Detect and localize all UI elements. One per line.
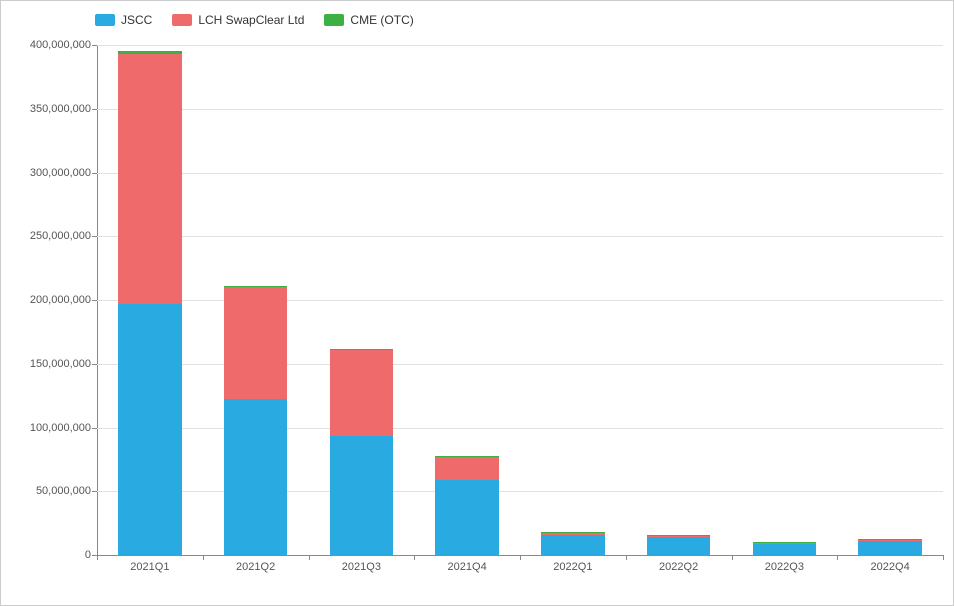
x-tick-label: 2022Q1 bbox=[553, 561, 592, 573]
bar-segment[interactable] bbox=[224, 287, 287, 399]
x-tick-label: 2022Q3 bbox=[765, 561, 804, 573]
legend-label: LCH SwapClear Ltd bbox=[198, 13, 304, 27]
bar-segment[interactable] bbox=[541, 533, 604, 534]
y-tick-label: 100,000,000 bbox=[7, 422, 91, 434]
bar-segment[interactable] bbox=[753, 542, 816, 543]
legend-item[interactable]: CME (OTC) bbox=[324, 13, 413, 27]
bar-segment[interactable] bbox=[647, 535, 710, 536]
y-tick-label: 300,000,000 bbox=[7, 167, 91, 179]
chart-container: JSCC LCH SwapClear Ltd CME (OTC) 0 50,000,0… bbox=[0, 0, 954, 606]
legend-swatch bbox=[324, 14, 344, 26]
bar-segment[interactable] bbox=[435, 456, 498, 457]
x-tick-label: 2021Q2 bbox=[236, 561, 275, 573]
x-tick-label: 2021Q3 bbox=[342, 561, 381, 573]
y-tick-label: 0 bbox=[7, 549, 91, 561]
legend-label: JSCC bbox=[121, 13, 152, 27]
legend-item[interactable]: LCH SwapClear Ltd bbox=[172, 13, 304, 27]
bar-segment[interactable] bbox=[753, 544, 816, 555]
bar-segment[interactable] bbox=[858, 539, 921, 540]
x-tick-mark bbox=[732, 555, 733, 560]
x-tick-label: 2021Q1 bbox=[130, 561, 169, 573]
bars-layer bbox=[97, 45, 943, 555]
x-tick-mark bbox=[943, 555, 944, 560]
x-tick-mark bbox=[203, 555, 204, 560]
bar-segment[interactable] bbox=[224, 286, 287, 287]
bar-segment[interactable] bbox=[541, 532, 604, 533]
bar-segment[interactable] bbox=[647, 537, 710, 555]
bar-segment[interactable] bbox=[541, 535, 604, 555]
legend-swatch bbox=[172, 14, 192, 26]
bar-segment[interactable] bbox=[647, 536, 710, 537]
x-tick-label: 2022Q4 bbox=[871, 561, 910, 573]
bar-segment[interactable] bbox=[118, 51, 181, 54]
x-tick-mark bbox=[837, 555, 838, 560]
y-tick-label: 350,000,000 bbox=[7, 103, 91, 115]
x-tick-mark bbox=[520, 555, 521, 560]
x-tick-label: 2022Q2 bbox=[659, 561, 698, 573]
x-tick-mark bbox=[97, 555, 98, 560]
x-tick-mark bbox=[309, 555, 310, 560]
bar-segment[interactable] bbox=[118, 54, 181, 304]
y-tick-label: 50,000,000 bbox=[7, 485, 91, 497]
x-tick-mark bbox=[414, 555, 415, 560]
x-tick-mark bbox=[626, 555, 627, 560]
bar-segment[interactable] bbox=[858, 541, 921, 555]
legend-label: CME (OTC) bbox=[350, 13, 413, 27]
bar-segment[interactable] bbox=[330, 436, 393, 555]
y-tick-label: 250,000,000 bbox=[7, 230, 91, 242]
bar-segment[interactable] bbox=[330, 349, 393, 350]
plot-area bbox=[97, 45, 943, 555]
bar-segment[interactable] bbox=[435, 457, 498, 480]
legend-item[interactable]: JSCC bbox=[95, 13, 152, 27]
bar-segment[interactable] bbox=[435, 480, 498, 555]
x-tick-label: 2021Q4 bbox=[448, 561, 487, 573]
legend: JSCC LCH SwapClear Ltd CME (OTC) bbox=[95, 13, 414, 27]
y-tick-label: 150,000,000 bbox=[7, 358, 91, 370]
bar-segment[interactable] bbox=[224, 399, 287, 555]
bar-segment[interactable] bbox=[330, 350, 393, 437]
y-tick-label: 200,000,000 bbox=[7, 294, 91, 306]
bar-segment[interactable] bbox=[118, 304, 181, 555]
legend-swatch bbox=[95, 14, 115, 26]
y-tick-label: 400,000,000 bbox=[7, 39, 91, 51]
